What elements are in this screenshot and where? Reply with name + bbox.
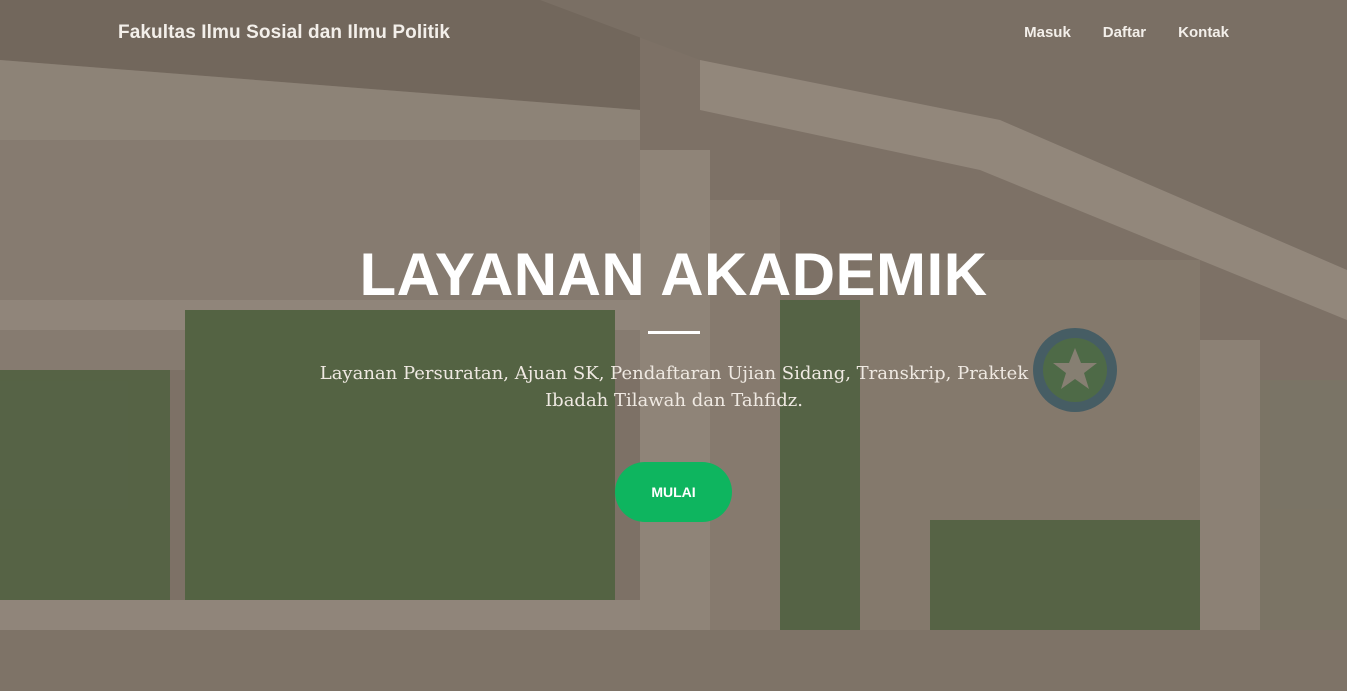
hero-subtitle: Layanan Persuratan, Ajuan SK, Pendaftara… (319, 363, 1029, 411)
hero-title: LAYANAN AKADEMIK (359, 241, 988, 308)
mulai-button[interactable]: MULAI (615, 462, 732, 522)
hero-section: LAYANAN AKADEMIK Layanan Persuratan, Aju… (0, 0, 1347, 691)
hero-divider (648, 331, 700, 334)
